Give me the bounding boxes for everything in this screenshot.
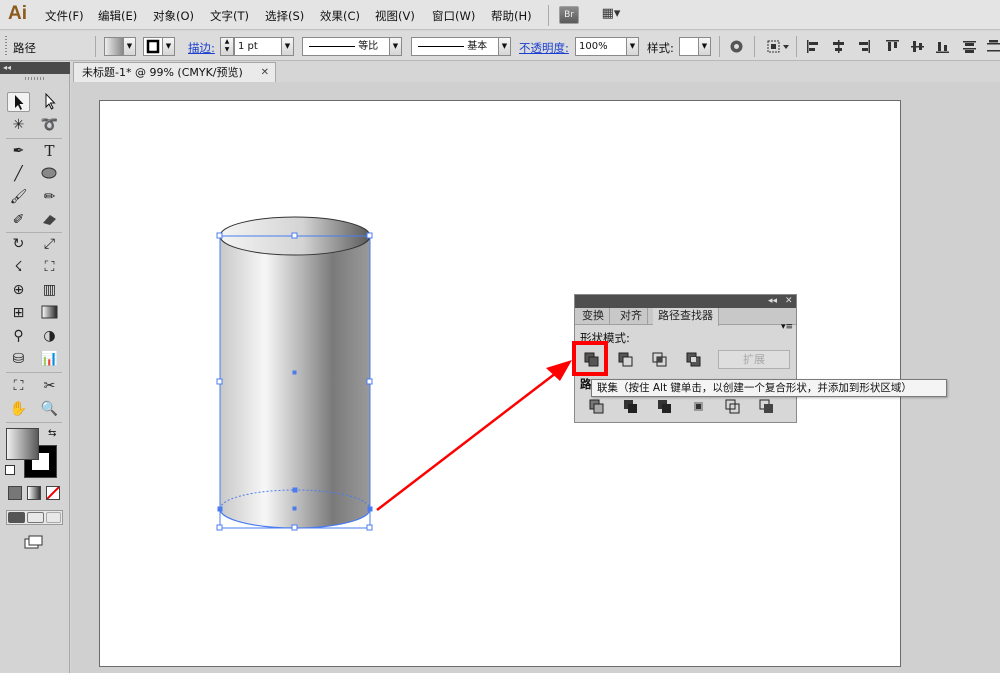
handle-bottom-center[interactable] bbox=[291, 524, 298, 531]
anchor-point[interactable] bbox=[367, 506, 373, 512]
anchor-point[interactable] bbox=[292, 487, 298, 493]
tab-pathfinder[interactable]: 路径查找器 bbox=[653, 308, 719, 326]
tab-align[interactable]: 对齐 bbox=[615, 308, 648, 325]
tab-transform[interactable]: 变换 bbox=[577, 308, 610, 325]
pathfinders-label: 路 bbox=[580, 377, 592, 391]
handle-middle-right[interactable] bbox=[366, 378, 373, 385]
exclude-icon[interactable] bbox=[683, 350, 705, 370]
anchor-point[interactable] bbox=[292, 506, 297, 511]
artwork-layer bbox=[216, 216, 373, 531]
unite-tooltip: 联集（按住 Alt 键单击，以创建一个复合形状，并添加到形状区域） bbox=[591, 379, 947, 397]
outline-icon[interactable] bbox=[722, 397, 744, 417]
handle-top-right[interactable] bbox=[366, 232, 373, 239]
center-point bbox=[292, 370, 297, 375]
panel-tab-bar: 变换 对齐 路径查找器 ▾≡ bbox=[575, 308, 796, 332]
handle-bottom-right[interactable] bbox=[366, 524, 373, 531]
handle-bottom-left[interactable] bbox=[216, 524, 223, 531]
close-panel-icon[interactable]: ✕ bbox=[785, 295, 793, 307]
handle-middle-left[interactable] bbox=[216, 378, 223, 385]
expand-button[interactable]: 扩展 bbox=[718, 350, 790, 369]
collapse-panel-icon[interactable]: ◂◂ bbox=[768, 295, 777, 307]
anchor-point[interactable] bbox=[217, 506, 223, 512]
trim-icon[interactable] bbox=[620, 397, 642, 417]
panel-menu-icon[interactable]: ▾≡ bbox=[781, 322, 793, 332]
annotation-highlight-box bbox=[572, 341, 608, 376]
crop-icon[interactable] bbox=[688, 397, 710, 417]
handle-top-center[interactable] bbox=[291, 232, 298, 239]
intersect-icon[interactable] bbox=[649, 350, 671, 370]
merge-icon[interactable] bbox=[654, 397, 676, 417]
minus-front-icon[interactable] bbox=[615, 350, 637, 370]
cylinder-body[interactable] bbox=[220, 236, 370, 528]
handle-top-left[interactable] bbox=[216, 232, 223, 239]
pathfinder-panel-header[interactable]: ◂◂ ✕ bbox=[575, 295, 796, 308]
minus-back-icon[interactable] bbox=[756, 397, 778, 417]
divide-icon[interactable] bbox=[586, 397, 608, 417]
